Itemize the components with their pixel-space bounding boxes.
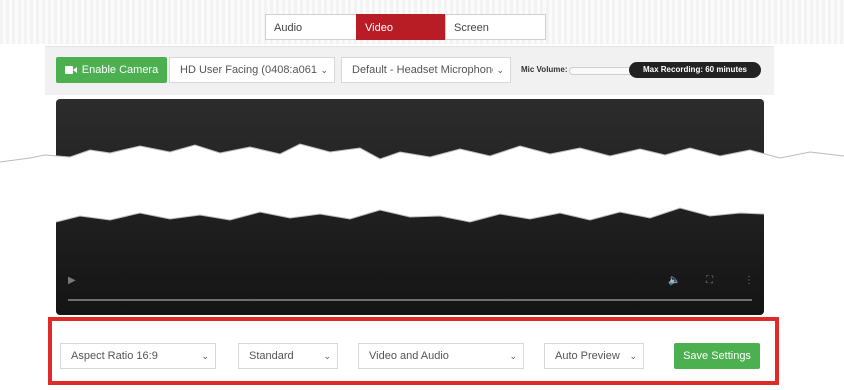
enable-camera-button[interactable]: Enable Camera [56,57,167,83]
chevron-down-icon: ⌄ [198,344,209,368]
aspect-ratio-value: Aspect Ratio 16:9 [71,350,158,362]
chevron-down-icon: ⌄ [506,344,517,368]
enable-camera-label: Enable Camera [81,64,159,76]
preview-select[interactable]: Auto Preview ⌄ [544,343,644,369]
quality-value: Standard [249,350,294,362]
mic-volume-label: Mic Volume: [521,65,568,74]
quality-select[interactable]: Standard ⌄ [238,343,338,369]
tab-screen-recorder[interactable]: Screen Recorder [445,14,546,60]
volume-icon[interactable]: 🔈 [668,275,680,286]
chevron-down-icon: ⌄ [493,58,504,82]
tab-video-recorder[interactable]: Video Recorder [356,14,446,60]
max-recording-badge: Max Recording: 60 minutes [629,62,761,78]
chevron-down-icon: ⌄ [320,344,331,368]
media-type-value: Video and Audio [369,350,449,362]
play-icon[interactable]: ▶ [68,275,76,286]
chevron-down-icon: ⌄ [626,344,637,368]
media-type-select[interactable]: Video and Audio ⌄ [358,343,524,369]
more-icon[interactable]: ⋮ [744,275,754,286]
recorder-tabs: Audio Recorder Video Recorder Screen Rec… [265,14,546,60]
camera-icon [64,66,77,74]
preview-value: Auto Preview [555,350,620,362]
chevron-down-icon: ⌄ [317,58,328,82]
camera-select-value: HD User Facing (0408:a061) [180,64,321,76]
torn-paper-overlay [0,143,844,223]
recording-settings-panel: Aspect Ratio 16:9 ⌄ Standard ⌄ Video and… [48,317,779,385]
microphone-select-value: Default - Headset Microphone [352,64,499,76]
video-progress-bar[interactable] [68,299,752,301]
camera-select[interactable]: HD User Facing (0408:a061) ⌄ [169,57,335,83]
microphone-select[interactable]: Default - Headset Microphone ⌄ [341,57,511,83]
aspect-ratio-select[interactable]: Aspect Ratio 16:9 ⌄ [60,343,216,369]
recorder-toolbar: Enable Camera HD User Facing (0408:a061)… [45,46,774,95]
fullscreen-icon[interactable]: ⛶ [706,275,713,286]
save-settings-button[interactable]: Save Settings [674,343,760,369]
tab-audio-recorder[interactable]: Audio Recorder [265,14,357,60]
